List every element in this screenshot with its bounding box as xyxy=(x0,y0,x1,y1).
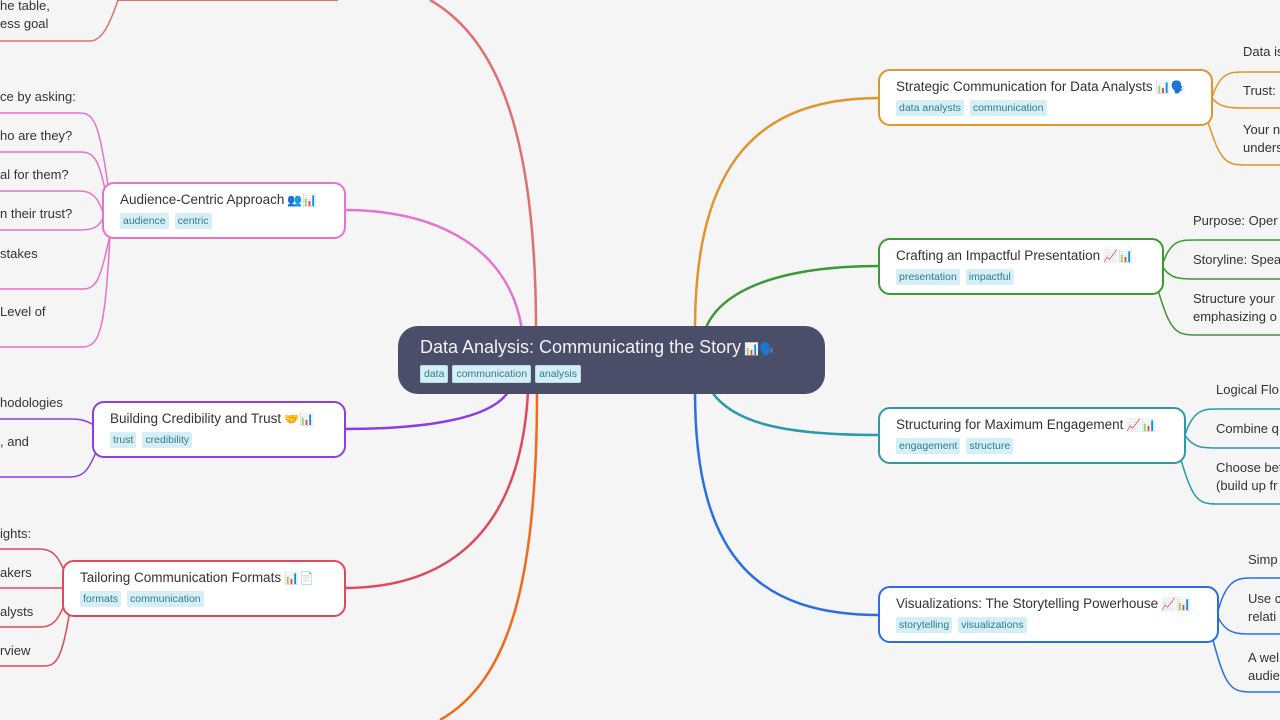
leaf-top-left[interactable]: he table, ess goal xyxy=(0,0,50,33)
people-icon: 👥📊 xyxy=(287,193,318,207)
chart-speaking-head-icon: 📊🗣️ xyxy=(744,342,775,356)
tag-storytelling[interactable]: storytelling xyxy=(896,617,953,633)
leaf-audience-2[interactable]: ho are they? xyxy=(0,127,72,145)
node-crafting-presentation[interactable]: Crafting an Impactful Presentation 📈📊 pre… xyxy=(878,238,1164,295)
tag-trust[interactable]: trust xyxy=(110,432,137,448)
node-tailoring-formats[interactable]: Tailoring Communication Formats 📊📄 format… xyxy=(62,560,346,617)
tag-centric[interactable]: centric xyxy=(174,213,212,229)
node-audience-centric[interactable]: Audience-Centric Approach 👥📊 audience cen… xyxy=(102,182,346,239)
node-title: Strategic Communication for Data Analyst… xyxy=(896,79,1153,94)
edge-root-structuring xyxy=(710,391,881,437)
root-node[interactable]: Data Analysis: Communicating the Story 📊🗣… xyxy=(398,326,825,394)
tag-communication[interactable]: communication xyxy=(969,100,1047,116)
tag-communication[interactable]: communication xyxy=(452,365,532,383)
leaf-tailoring-1[interactable]: ights: xyxy=(0,525,31,543)
tag-analysis[interactable]: analysis xyxy=(535,365,581,383)
tag-impactful[interactable]: impactful xyxy=(965,269,1014,285)
node-structuring-engagement[interactable]: Structuring for Maximum Engagement 📈📊 eng… xyxy=(878,407,1186,464)
leaf-structuring-1[interactable]: Logical Flo xyxy=(1216,381,1279,399)
leaf-tailoring-4[interactable]: rview xyxy=(0,642,30,660)
tag-formats[interactable]: formats xyxy=(80,591,122,607)
chart-increasing-icon: 📈📊 xyxy=(1161,597,1192,611)
edge-root-credibility xyxy=(343,391,510,431)
leaf-audience-3[interactable]: al for them? xyxy=(0,166,69,184)
document-icon: 📊📄 xyxy=(284,571,314,585)
edge-root-tailoring xyxy=(343,391,530,590)
tag-presentation[interactable]: presentation xyxy=(896,269,960,285)
edge-root-strategic xyxy=(693,96,881,331)
leaf-structuring-3[interactable]: Choose bet (build up fr xyxy=(1216,459,1280,495)
leaf-visualizations-1[interactable]: Simp xyxy=(1248,551,1278,569)
node-visualizations[interactable]: Visualizations: The Storytelling Powerho… xyxy=(878,586,1219,643)
leaf-audience-4[interactable]: n their trust? xyxy=(0,205,72,223)
leaf-audience-1[interactable]: ce by asking: xyxy=(0,88,76,106)
leaf-crafting-1[interactable]: Purpose: Oper xyxy=(1193,212,1278,230)
root-title: Data Analysis: Communicating the Story xyxy=(420,337,742,357)
chart-speaking-head-icon: 📊🗣️ xyxy=(1155,80,1186,94)
leaf-visualizations-3[interactable]: A wel audie xyxy=(1248,649,1280,685)
tag-structure[interactable]: structure xyxy=(966,438,1014,454)
leaf-crafting-2[interactable]: Storyline: Spea xyxy=(1193,251,1280,269)
chart-increasing-icon: 📈📊 xyxy=(1103,249,1133,263)
leaf-strategic-3[interactable]: Your n unders xyxy=(1243,121,1280,157)
tag-engagement[interactable]: engagement xyxy=(896,438,961,454)
edge-root-crafting xyxy=(703,264,881,331)
tag-audience[interactable]: audience xyxy=(120,213,169,229)
node-title: Tailoring Communication Formats xyxy=(80,570,282,585)
tag-communication[interactable]: communication xyxy=(127,591,204,607)
leaf-structuring-2[interactable]: Combine q xyxy=(1216,420,1279,438)
leaf-visualizations-2[interactable]: Use c relati xyxy=(1248,590,1280,626)
tag-data-analysts[interactable]: data analysts xyxy=(896,100,964,116)
node-title: Crafting an Impactful Presentation xyxy=(896,248,1101,263)
node-title: Building Credibility and Trust xyxy=(110,411,282,426)
edge-root-top-left xyxy=(429,0,538,331)
leaf-crafting-3[interactable]: Structure your emphasizing o xyxy=(1193,290,1277,326)
node-building-credibility[interactable]: Building Credibility and Trust 🤝📊 trust c… xyxy=(92,401,346,458)
leaf-tailoring-2[interactable]: akers xyxy=(0,564,32,582)
leaf-tailoring-3[interactable]: alysts xyxy=(0,603,33,621)
tag-credibility[interactable]: credibility xyxy=(142,432,193,448)
node-title: Visualizations: The Storytelling Powerho… xyxy=(896,596,1159,611)
chart-increasing-icon: 📈📊 xyxy=(1126,418,1157,432)
leaf-audience-6[interactable]: Level of xyxy=(0,303,46,321)
leaf-credibility-1[interactable]: hodologies xyxy=(0,394,63,412)
leaf-credibility-2[interactable]: , and xyxy=(0,433,29,451)
edge-root-visualizations xyxy=(693,391,881,617)
leaf-strategic-2[interactable]: Trust: xyxy=(1243,82,1276,100)
tag-data[interactable]: data xyxy=(420,365,449,383)
tag-visualizations[interactable]: visualizations xyxy=(958,617,1027,633)
leaf-strategic-1[interactable]: Data is xyxy=(1243,43,1280,61)
node-strategic-communication[interactable]: Strategic Communication for Data Analyst… xyxy=(878,69,1213,126)
handshake-icon: 🤝📊 xyxy=(284,412,314,426)
node-title: Structuring for Maximum Engagement xyxy=(896,417,1124,432)
edge-root-audience xyxy=(343,208,524,331)
leaf-audience-5[interactable]: stakes xyxy=(0,245,38,263)
node-title: Audience-Centric Approach xyxy=(120,192,285,207)
